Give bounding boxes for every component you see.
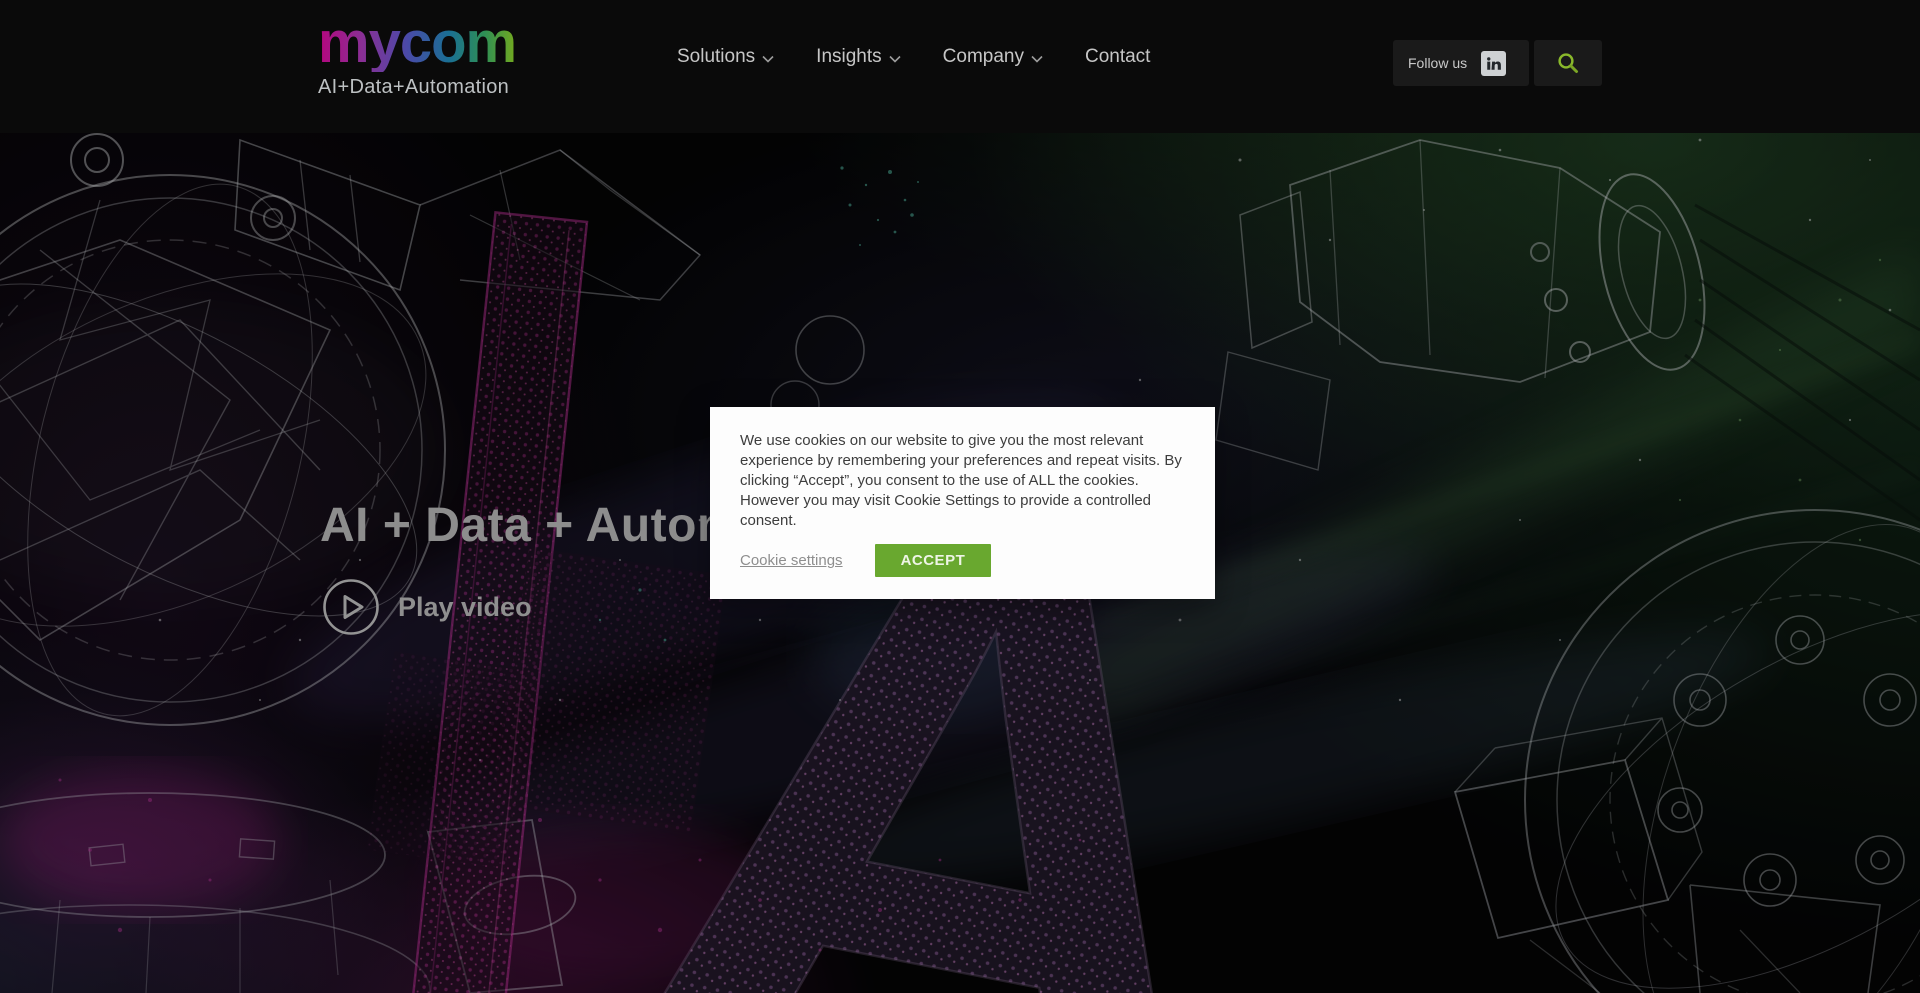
search-icon: [1556, 51, 1580, 75]
nav-item-solutions[interactable]: Solutions: [677, 44, 774, 70]
chevron-down-icon: [762, 55, 774, 63]
logo-tagline: AI+Data+Automation: [318, 76, 516, 99]
nav-item-contact[interactable]: Contact: [1085, 44, 1150, 70]
nav-item-company[interactable]: Company: [943, 44, 1043, 70]
nav-item-insights[interactable]: Insights: [816, 44, 900, 70]
main-nav: Solutions Insights Company Contact: [677, 44, 1150, 70]
chevron-down-icon: [1031, 55, 1043, 63]
logo[interactable]: mycom AI+Data+Automation: [318, 14, 516, 99]
linkedin-icon[interactable]: [1481, 51, 1506, 76]
cookie-actions: Cookie settings ACCEPT: [740, 544, 1185, 577]
cookie-message: We use cookies on our website to give yo…: [740, 431, 1185, 531]
play-circle-icon: [322, 578, 380, 636]
nav-label: Company: [943, 44, 1024, 70]
play-video-label: Play video: [398, 592, 532, 623]
nav-label: Insights: [816, 44, 881, 70]
cookie-settings-link[interactable]: Cookie settings: [740, 552, 843, 569]
cookie-consent-dialog: We use cookies on our website to give yo…: [710, 407, 1215, 599]
accept-button[interactable]: ACCEPT: [875, 544, 992, 577]
follow-us-label: Follow us: [1408, 55, 1467, 71]
search-button[interactable]: [1534, 40, 1602, 86]
follow-us-box: Follow us: [1393, 40, 1529, 86]
nav-label: Solutions: [677, 44, 755, 70]
chevron-down-icon: [889, 55, 901, 63]
logo-wordmark: mycom: [318, 14, 516, 72]
nav-label: Contact: [1085, 44, 1150, 70]
play-video-button[interactable]: Play video: [322, 578, 532, 636]
header: mycom AI+Data+Automation Solutions Insig…: [0, 0, 1920, 133]
page: A: [0, 0, 1920, 993]
